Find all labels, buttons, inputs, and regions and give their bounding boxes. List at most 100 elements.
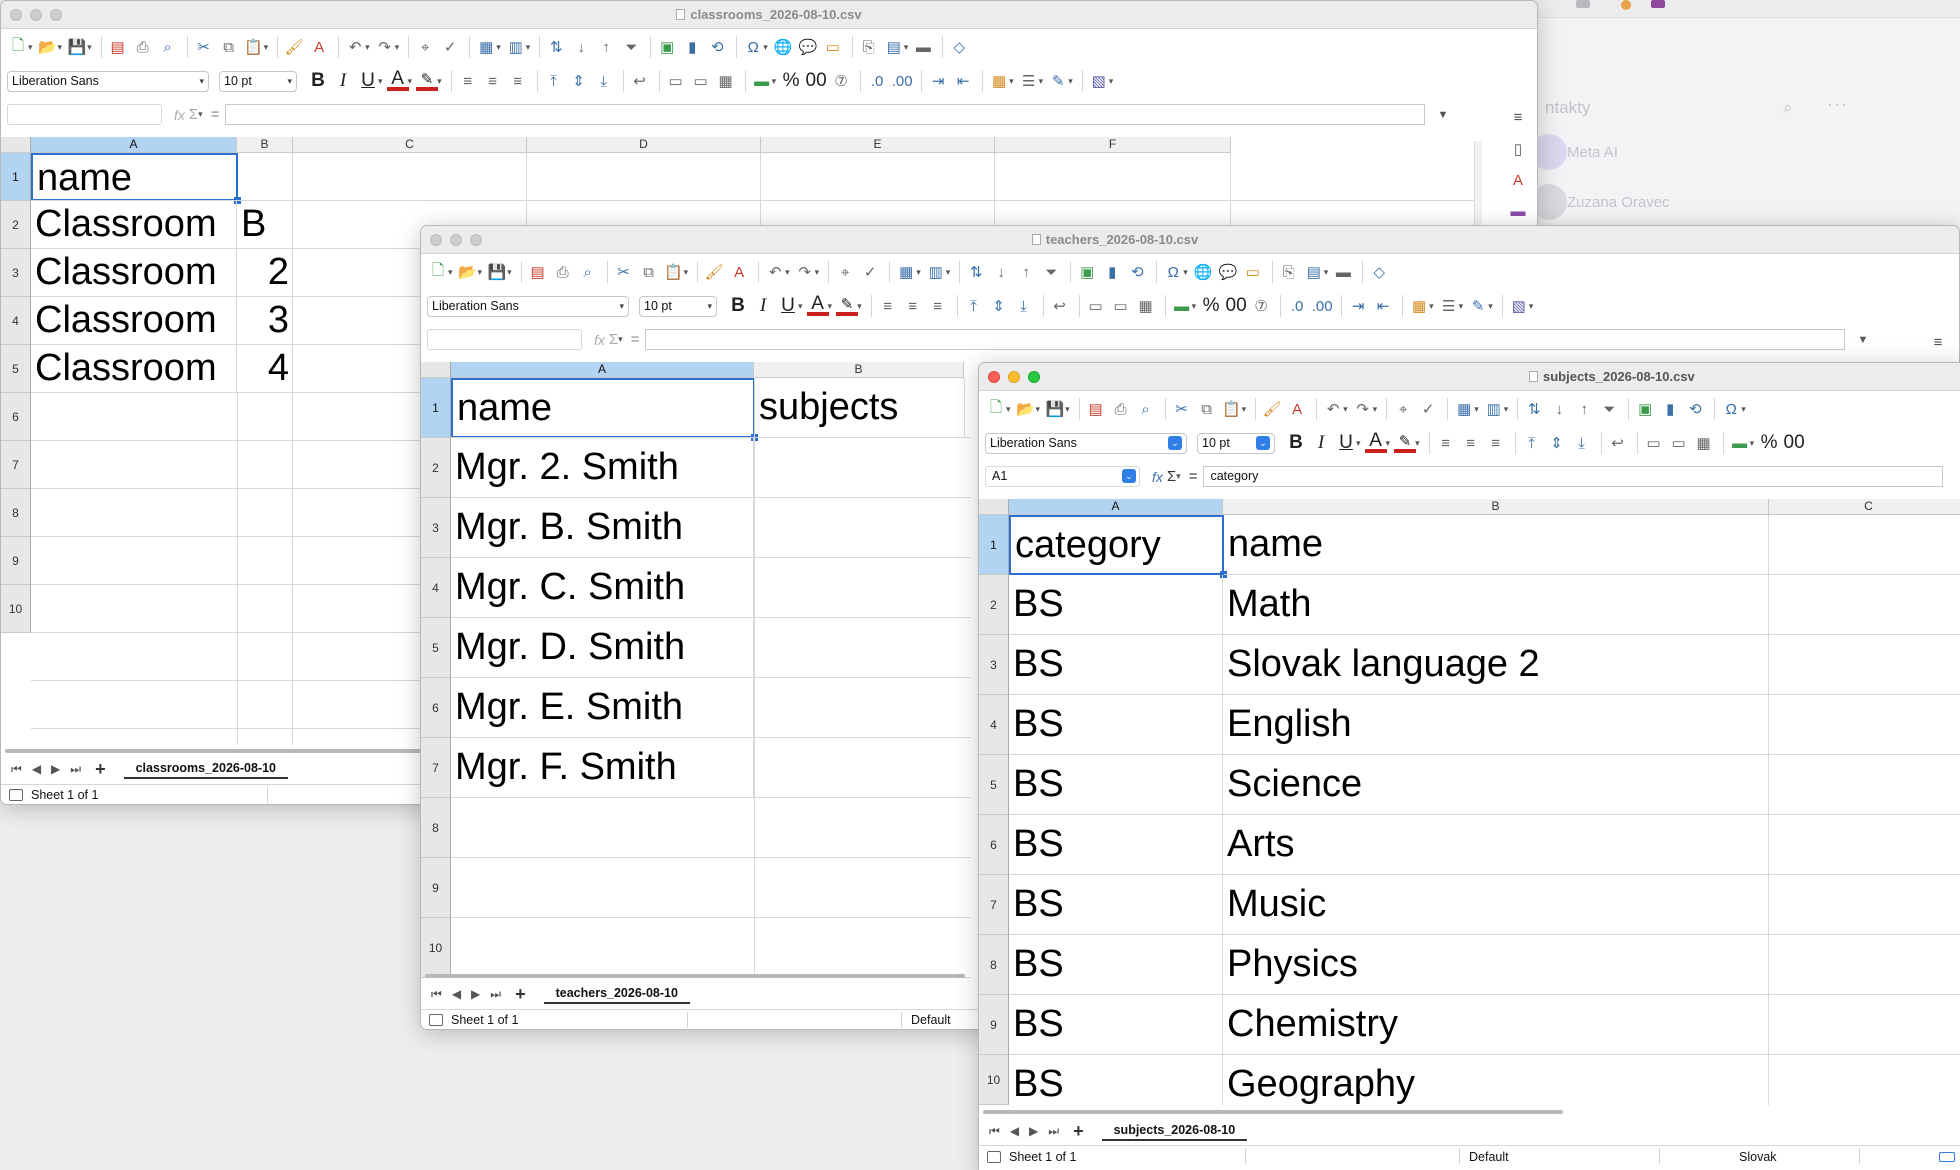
align-left-icon[interactable]: ≡	[457, 69, 479, 93]
insert-image-icon[interactable]: ▣	[656, 35, 678, 59]
open-folder-icon[interactable]: 📂	[37, 35, 59, 59]
close-button[interactable]	[988, 371, 1000, 383]
row-header[interactable]: 7	[421, 738, 451, 798]
cell-a5[interactable]: BS	[1009, 755, 1223, 815]
cell-b9[interactable]: Chemistry	[1223, 995, 1769, 1055]
underline-button[interactable]: U	[357, 69, 379, 93]
copy-icon[interactable]: ⧉	[218, 35, 240, 59]
align-left-icon[interactable]: ≡	[1435, 431, 1457, 455]
highlight-color-icon[interactable]: ✎	[1394, 433, 1417, 453]
column-header[interactable]: B	[1223, 499, 1769, 515]
cut-icon[interactable]: ✂	[1171, 397, 1193, 421]
cell-a7[interactable]: Mgr. F. Smith	[451, 738, 754, 798]
row-header[interactable]: 9	[1, 537, 31, 585]
name-box[interactable]	[7, 104, 162, 125]
headers-footers-icon[interactable]: ▭	[822, 35, 844, 59]
sort-icon[interactable]: ⇅	[545, 35, 567, 59]
row-header[interactable]: 1	[421, 378, 451, 438]
cell-b3[interactable]: 2	[237, 249, 293, 297]
column-icon[interactable]: ▥	[1483, 397, 1505, 421]
cell-a4[interactable]: Classroom	[31, 297, 237, 345]
currency-format-icon[interactable]: ▬	[751, 69, 773, 93]
expand-formula-icon[interactable]: ▼	[1857, 334, 1868, 346]
highlight-color-icon[interactable]: ✎	[416, 71, 439, 91]
column-header[interactable]: F	[995, 137, 1231, 153]
print-preview-icon[interactable]: ⌕	[577, 260, 599, 284]
previous-sheet-icon[interactable]: ◀	[32, 762, 41, 776]
font-color-icon[interactable]: A	[806, 293, 829, 316]
conditional-format-icon[interactable]: ▧	[1508, 294, 1530, 318]
cell-a1[interactable]: name	[31, 153, 238, 201]
new-document-icon[interactable]: 🗋	[985, 397, 1007, 421]
align-bottom-icon[interactable]: ⤓	[1571, 431, 1593, 455]
sidebar-menu-icon[interactable]: ≡	[1934, 334, 1943, 351]
font-name-box[interactable]: Liberation Sans ⌄	[985, 432, 1187, 454]
headers-footers-icon[interactable]: ▭	[1242, 260, 1264, 284]
column-header[interactable]: D	[527, 137, 761, 153]
cell-a3[interactable]: BS	[1009, 635, 1223, 695]
new-document-icon[interactable]: 🗋	[427, 260, 449, 284]
row-header[interactable]: 2	[421, 438, 451, 498]
find-replace-icon[interactable]: ⌖	[1392, 397, 1414, 421]
freeze-rows-icon[interactable]: ▤	[1303, 260, 1325, 284]
cell-b4[interactable]: English	[1223, 695, 1769, 755]
font-color-icon[interactable]: A	[386, 68, 409, 91]
borders-icon[interactable]: ▦	[1408, 294, 1430, 318]
unmerge-cells-icon[interactable]: ▦	[1693, 431, 1715, 455]
horizontal-scrollbar[interactable]	[5, 749, 425, 753]
cell-a4[interactable]: BS	[1009, 695, 1223, 755]
row-header[interactable]: 7	[1, 441, 31, 489]
sheet-tab[interactable]: teachers_2026-08-10	[543, 984, 690, 1004]
insert-chart-icon[interactable]: ▮	[1101, 260, 1123, 284]
align-top-icon[interactable]: ⤒	[963, 294, 985, 318]
cell-a5[interactable]: Mgr. D. Smith	[451, 618, 754, 678]
export-pdf-icon[interactable]: ▤	[107, 35, 129, 59]
cell-a2[interactable]: Mgr. 2. Smith	[451, 438, 754, 498]
number-format-button[interactable]: 00	[805, 69, 827, 93]
column-header[interactable]: A	[1009, 499, 1223, 515]
pivot-table-icon[interactable]: ⟲	[706, 35, 728, 59]
paste-icon[interactable]: 📋	[243, 35, 265, 59]
save-icon[interactable]: 💾	[1044, 397, 1066, 421]
number-format-button[interactable]: 00	[1783, 431, 1805, 455]
hyperlink-icon[interactable]: 🌐	[772, 35, 794, 59]
spelling-icon[interactable]: ✓	[439, 35, 461, 59]
row-header[interactable]: 9	[421, 858, 451, 918]
expand-formula-icon[interactable]: ▼	[1437, 109, 1448, 121]
pivot-table-icon[interactable]: ⟲	[1684, 397, 1706, 421]
row-header[interactable]: 6	[1, 393, 31, 441]
sort-descending-icon[interactable]: ↑	[1573, 397, 1595, 421]
merge-center-icon[interactable]: ▭	[1085, 294, 1107, 318]
export-pdf-icon[interactable]: ▤	[1085, 397, 1107, 421]
find-replace-icon[interactable]: ⌖	[834, 260, 856, 284]
wrap-text-icon[interactable]: ↩	[1049, 294, 1071, 318]
cell-a1[interactable]: category	[1009, 515, 1224, 575]
date-format-icon[interactable]: ⑦	[1250, 294, 1272, 318]
next-sheet-icon[interactable]: ▶	[1029, 1124, 1038, 1138]
align-center-icon[interactable]: ≡	[1460, 431, 1482, 455]
last-sheet-icon[interactable]: ⏭	[490, 987, 501, 1002]
align-bottom-icon[interactable]: ⤓	[1013, 294, 1035, 318]
function-wizard-icon[interactable]: fx	[594, 332, 605, 348]
column-header[interactable]: E	[761, 137, 995, 153]
row-header[interactable]: 2	[1, 201, 31, 249]
redo-icon[interactable]: ↷	[374, 35, 396, 59]
insert-image-icon[interactable]: ▣	[1634, 397, 1656, 421]
first-sheet-icon[interactable]: ⏮	[989, 1124, 1000, 1139]
styles-icon[interactable]: A	[1513, 172, 1523, 189]
insert-chart-icon[interactable]: ▮	[1659, 397, 1681, 421]
pivot-table-icon[interactable]: ⟲	[1126, 260, 1148, 284]
row-header[interactable]: 8	[1, 489, 31, 537]
align-right-icon[interactable]: ≡	[507, 69, 529, 93]
copy-icon[interactable]: ⧉	[1196, 397, 1218, 421]
autofilter-icon[interactable]: ⏷	[1598, 397, 1620, 421]
row-icon[interactable]: ▦	[1453, 397, 1475, 421]
row-header[interactable]: 5	[979, 755, 1009, 815]
row-header[interactable]: 6	[979, 815, 1009, 875]
row-header[interactable]: 7	[979, 875, 1009, 935]
align-center-icon[interactable]: ≡	[482, 69, 504, 93]
contacts-more-icon[interactable]: ···	[1827, 94, 1848, 115]
cell-a10[interactable]: BS	[1009, 1055, 1223, 1105]
last-sheet-icon[interactable]: ⏭	[70, 762, 81, 777]
language-status[interactable]: Slovak	[1739, 1150, 1777, 1164]
